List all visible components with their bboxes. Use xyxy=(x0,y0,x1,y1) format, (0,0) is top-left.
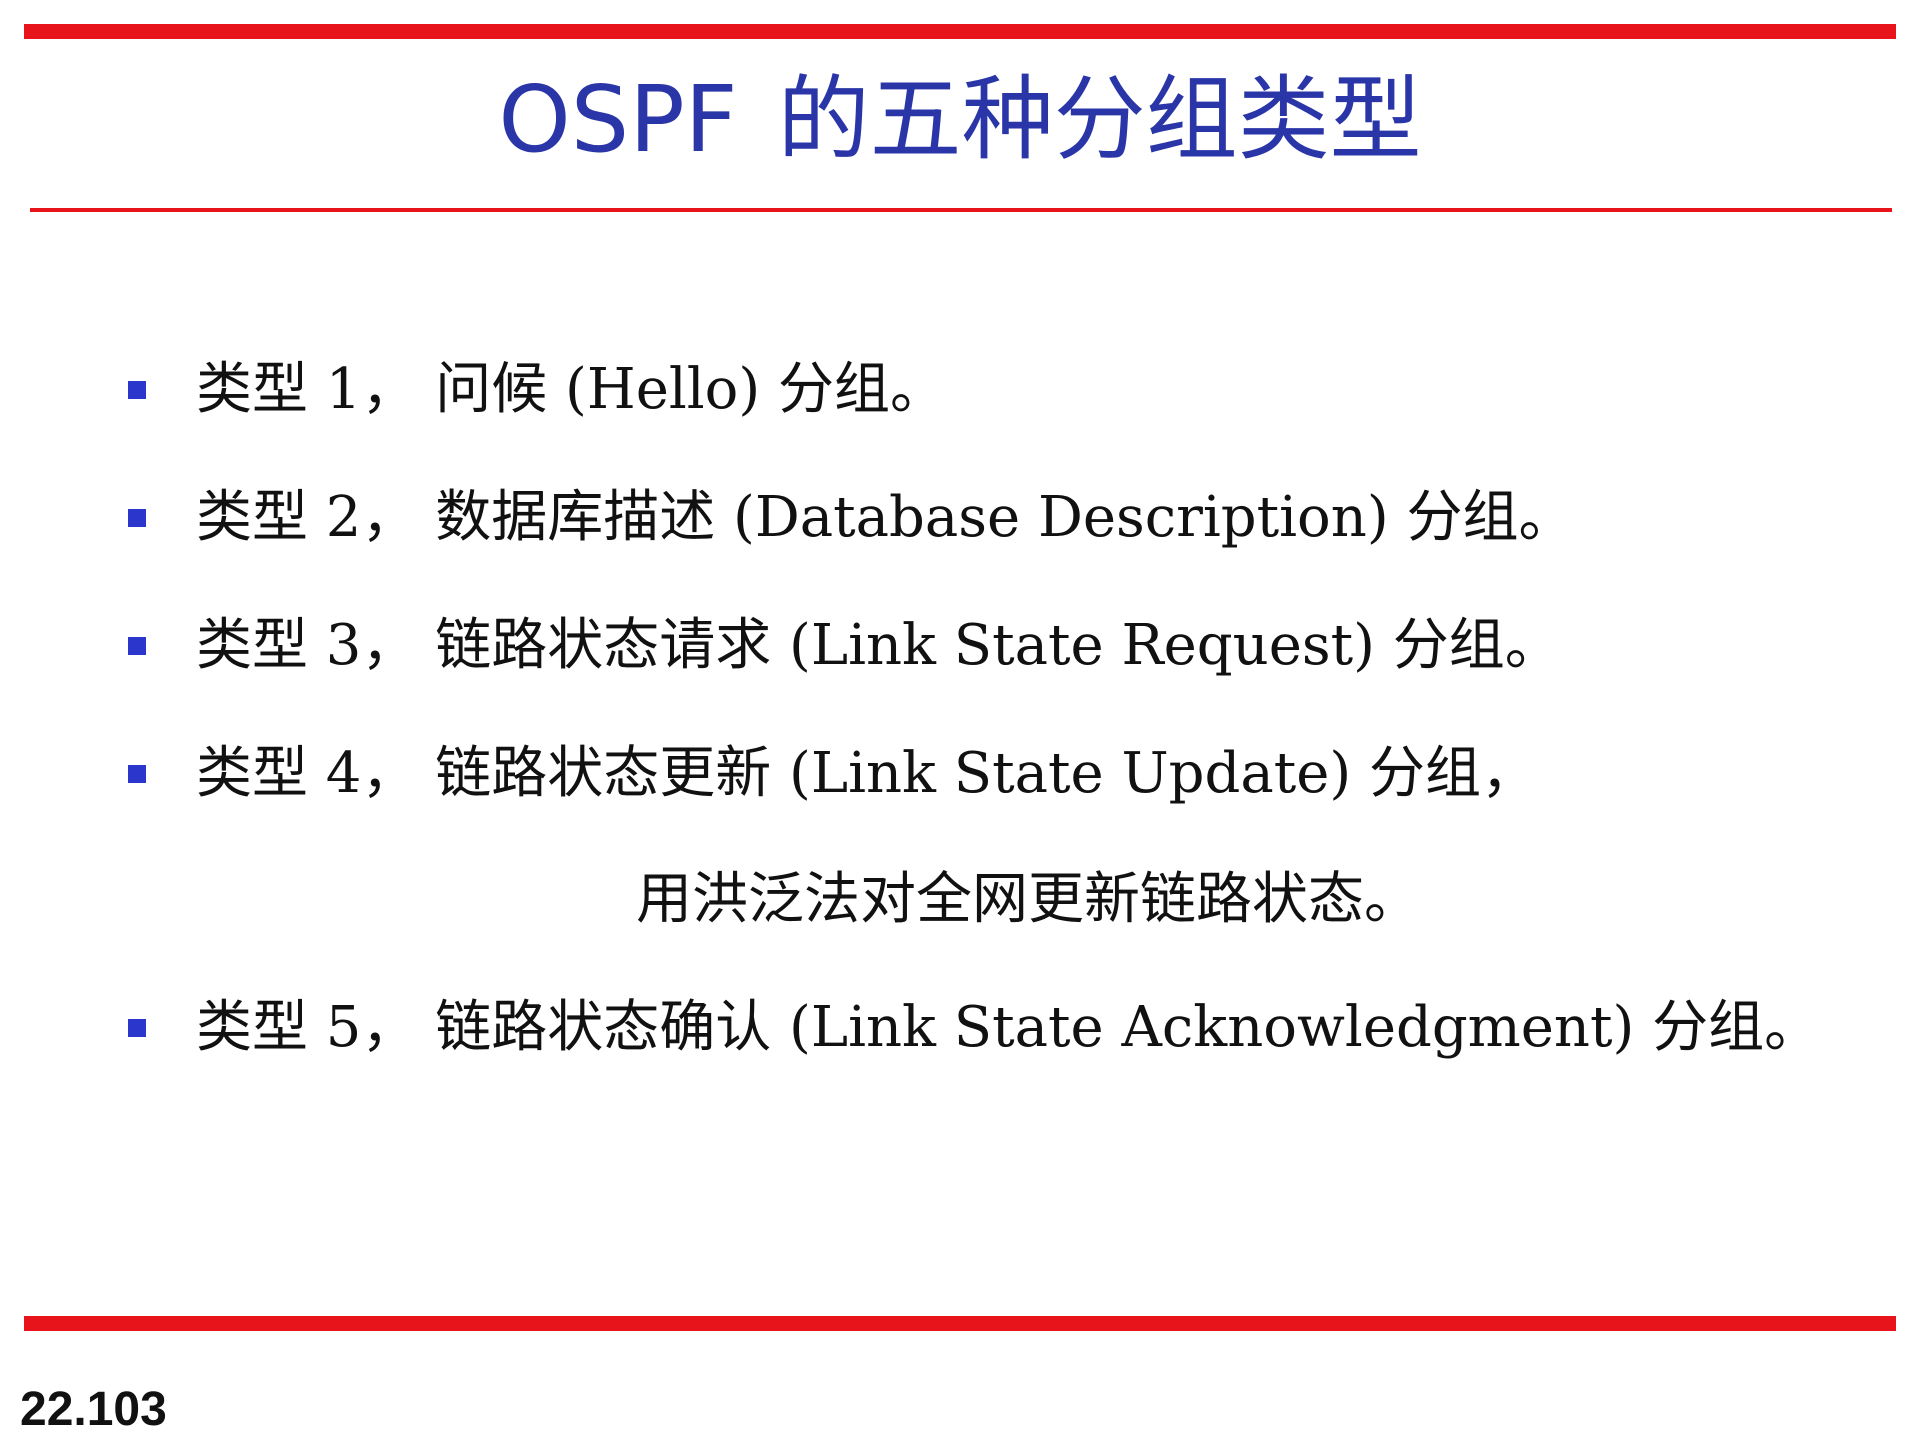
square-bullet-icon xyxy=(128,637,146,655)
list-item-type-4-continuation: 用洪泛法对全网更新链路状态。 xyxy=(636,867,1420,932)
list-item-type-1: 类型 1， 问候 (Hello) 分组。 xyxy=(0,350,1920,430)
list-item-type-4: 类型 4， 链路状态更新 (Link State Update) 分组， xyxy=(0,734,1920,814)
bullet-list: 类型 1， 问候 (Hello) 分组。 类型 2， 数据库描述 (Databa… xyxy=(0,0,1920,1440)
list-item-text: 类型 5， 链路状态确认 (Link State Acknowledgment)… xyxy=(196,995,1821,1060)
bottom-red-rule xyxy=(24,1316,1896,1331)
square-bullet-icon xyxy=(128,509,146,527)
list-item-text: 类型 1， 问候 (Hello) 分组。 xyxy=(196,357,947,422)
square-bullet-icon xyxy=(128,765,146,783)
square-bullet-icon xyxy=(128,1019,146,1037)
list-item-type-2: 类型 2， 数据库描述 (Database Description) 分组。 xyxy=(0,478,1920,558)
square-bullet-icon xyxy=(128,381,146,399)
list-item-type-3: 类型 3， 链路状态请求 (Link State Request) 分组。 xyxy=(0,606,1920,686)
slide: OSPF 的五种分组类型 类型 1， 问候 (Hello) 分组。 类型 2， 数… xyxy=(0,0,1920,1440)
list-item-type-5: 类型 5， 链路状态确认 (Link State Acknowledgment)… xyxy=(0,988,1920,1068)
slide-number: 22.103 xyxy=(20,1383,167,1436)
list-item-text: 类型 4， 链路状态更新 (Link State Update) 分组， xyxy=(196,741,1538,806)
list-item-text: 类型 2， 数据库描述 (Database Description) 分组。 xyxy=(196,485,1575,550)
list-item-text: 类型 3， 链路状态请求 (Link State Request) 分组。 xyxy=(196,613,1561,678)
